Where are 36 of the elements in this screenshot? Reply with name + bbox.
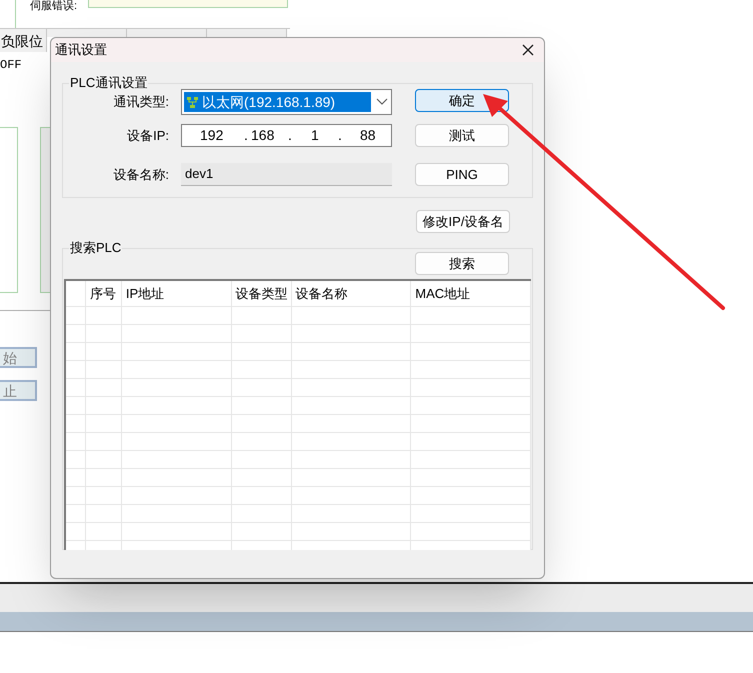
- field-label: 设备IP:: [126, 126, 169, 145]
- dropdown-value: 以太网(192.168.1.89): [202, 92, 336, 112]
- chevron-down-icon: [376, 98, 388, 106]
- ip-octet: 1: [311, 126, 319, 145]
- ip-octet: 88: [360, 126, 376, 145]
- column-header[interactable]: 设备名称: [292, 281, 412, 306]
- dialog-button[interactable]: PING: [415, 163, 509, 186]
- ip-dot: .: [338, 126, 342, 145]
- dialog-button[interactable]: 测试: [415, 124, 509, 147]
- field-label: 设备名称:: [112, 166, 169, 184]
- tab[interactable]: [207, 29, 287, 37]
- network-icon: [187, 96, 198, 108]
- column-header[interactable]: IP地址: [122, 281, 232, 306]
- ip-address-field[interactable]: 192 . 168 . 1 . 88: [181, 124, 392, 147]
- search-button[interactable]: 搜索: [415, 252, 509, 275]
- tab[interactable]: 负限位: [0, 29, 47, 52]
- dialog-button[interactable]: 修改IP/设备名: [416, 210, 510, 233]
- ip-octet: 192: [200, 126, 224, 145]
- close-button[interactable]: [520, 42, 536, 58]
- status-value: OFF: [0, 57, 22, 74]
- window-title: 通讯设置: [55, 41, 107, 60]
- status-field[interactable]: [88, 0, 288, 8]
- tab[interactable]: [47, 29, 127, 37]
- column-header[interactable]: 序号: [86, 281, 122, 306]
- field-label: 通讯类型:: [112, 93, 169, 112]
- ip-dot: .: [244, 126, 248, 145]
- ip-dot: .: [288, 126, 292, 145]
- field-label: 伺服错误:: [30, 0, 78, 13]
- dropdown[interactable]: 以太网(192.168.1.89): [181, 89, 392, 115]
- tab[interactable]: [127, 29, 207, 37]
- column-header[interactable]: 设备类型: [232, 281, 292, 306]
- group-title: 搜索PLC: [69, 240, 122, 256]
- group-title: PLC通讯设置: [69, 75, 148, 91]
- column-header[interactable]: MAC地址: [411, 281, 531, 306]
- close-icon: [522, 44, 534, 56]
- ip-octet: 168: [251, 126, 274, 145]
